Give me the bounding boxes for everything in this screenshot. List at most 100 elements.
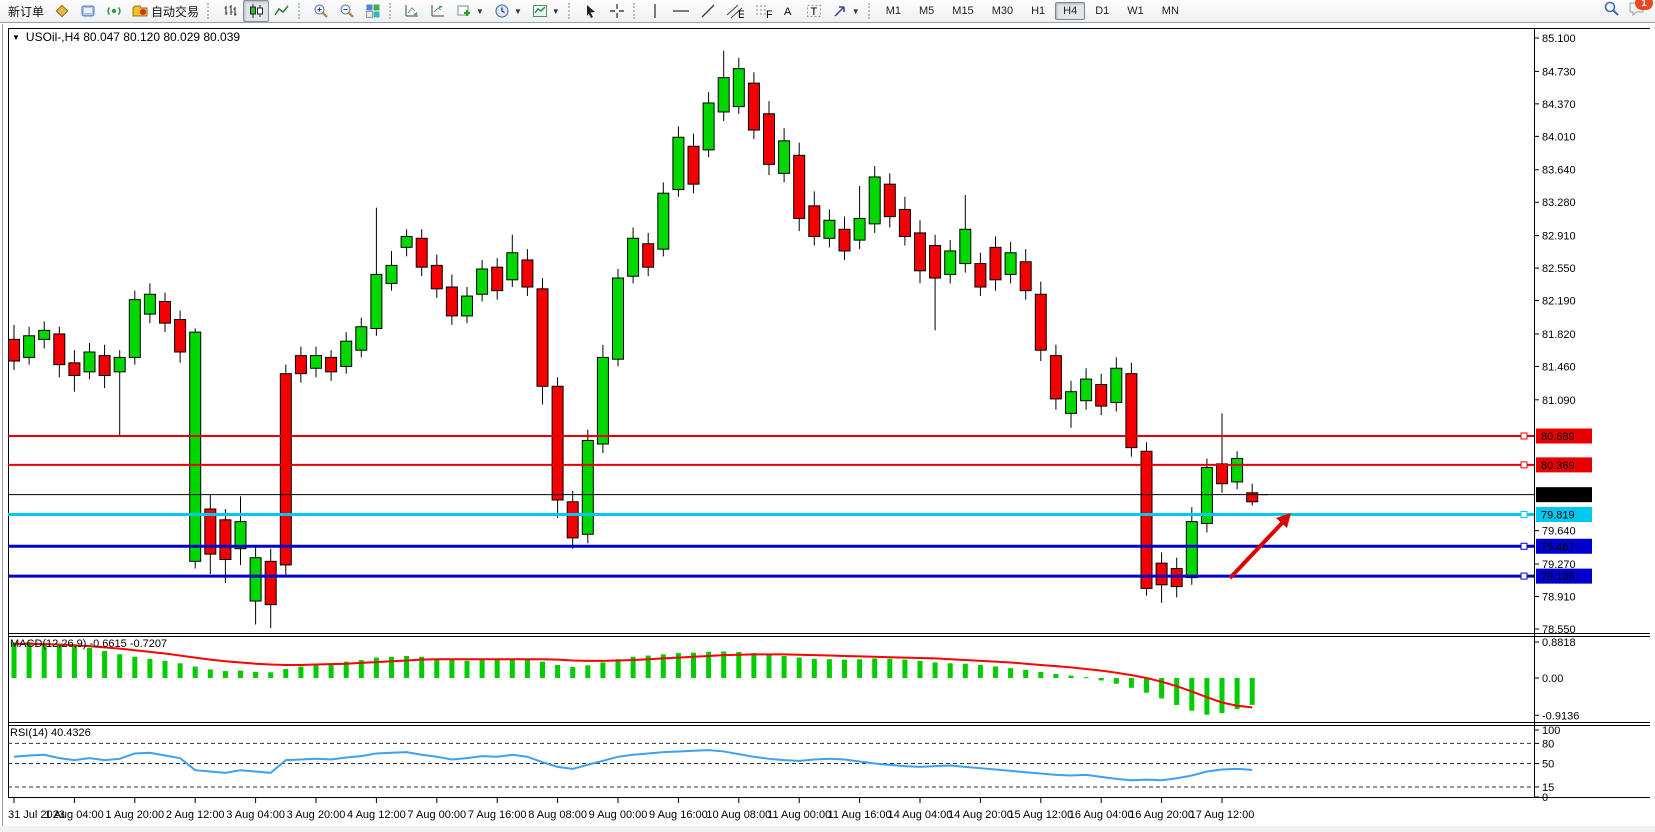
time-axis-label: 7 Aug 16:00 <box>468 809 527 821</box>
chevron-down-icon: ▼ <box>552 7 560 16</box>
macd-histogram-bar <box>404 656 409 678</box>
diamond-icon <box>54 3 70 19</box>
macd-histogram-bar <box>102 651 107 678</box>
chat-button[interactable]: 1 <box>1628 0 1646 22</box>
line-chart-button[interactable] <box>269 0 295 22</box>
vertical-line-icon <box>648 3 662 19</box>
hline-handle[interactable] <box>1521 543 1527 549</box>
zoom-out-icon <box>339 3 355 19</box>
candle-body <box>643 244 654 267</box>
cursor-icon <box>583 3 599 19</box>
cursor-button[interactable] <box>578 0 604 22</box>
terminal-button[interactable] <box>75 0 101 22</box>
price-tag-label: 79.136 <box>1541 571 1575 583</box>
candlestick-chart-button[interactable] <box>243 0 269 22</box>
candle-body <box>507 253 518 280</box>
macd-histogram-bar <box>253 672 258 678</box>
candle-body <box>733 69 744 107</box>
chevron-down-icon: ▼ <box>852 7 860 16</box>
indicators-button[interactable]: ▼ <box>527 0 565 22</box>
candle-body <box>99 356 110 376</box>
timeframe-m1[interactable]: M1 <box>878 2 909 20</box>
tile-windows-button[interactable] <box>360 0 386 22</box>
toolbar-grip <box>207 3 212 19</box>
time-axis-label: 8 Aug 08:00 <box>528 809 587 821</box>
macd-histogram-bar <box>223 671 228 678</box>
candle-body <box>930 246 941 278</box>
macd-histogram-bar <box>902 660 907 678</box>
candle-body <box>9 339 20 361</box>
fibonacci-button[interactable]: F <box>749 0 777 22</box>
candle-body <box>915 233 926 271</box>
timeframe-w1[interactable]: W1 <box>1119 2 1152 20</box>
macd-axis-label: 0.8818 <box>1542 637 1576 649</box>
trendline-button[interactable] <box>695 0 721 22</box>
zoom-in-button[interactable] <box>308 0 334 22</box>
price-axis-label: 78.550 <box>1542 624 1576 636</box>
timeframe-m30[interactable]: M30 <box>984 2 1021 20</box>
time-axis-label: 14 Aug 04:00 <box>888 809 953 821</box>
candle-body <box>1232 458 1243 481</box>
timeframe-h4[interactable]: H4 <box>1055 2 1085 20</box>
indicators-icon <box>532 3 548 19</box>
price-tag-label: 80.689 <box>1541 431 1575 443</box>
time-axis-label: 17 Aug 12:00 <box>1190 809 1255 821</box>
search-button[interactable] <box>1603 0 1620 22</box>
candle-body <box>688 146 699 184</box>
time-axis-label: 4 Aug 12:00 <box>347 809 406 821</box>
new-order-label: 新订单 <box>8 3 44 20</box>
horizontal-line-button[interactable] <box>667 0 695 22</box>
label-button[interactable]: T <box>801 0 827 22</box>
macd-histogram-bar <box>797 658 802 678</box>
time-axis-label: 1 Aug 20:00 <box>105 809 164 821</box>
chart-shift-button[interactable] <box>399 0 425 22</box>
arrows-button[interactable]: ▼ <box>827 0 865 22</box>
candle-body <box>809 206 820 237</box>
candle-body <box>326 357 337 371</box>
bars-icon <box>222 3 238 19</box>
timeframe-m5[interactable]: M5 <box>911 2 942 20</box>
candle-body <box>1035 294 1046 350</box>
candle-body <box>280 374 291 565</box>
bar-chart-button[interactable] <box>217 0 243 22</box>
chart-canvas[interactable]: 85.10084.73084.37084.01083.64083.28082.9… <box>0 0 1655 832</box>
macd-histogram-bar <box>827 659 832 678</box>
candle-body <box>416 238 427 267</box>
timeframe-m15[interactable]: M15 <box>944 2 981 20</box>
gold-diamond-button[interactable] <box>49 0 75 22</box>
main-toolbar: 新订单 自动交易 ▼ ▼ <box>0 0 1655 23</box>
hline-handle[interactable] <box>1521 433 1527 439</box>
macd-histogram-bar <box>585 665 590 678</box>
period-selector-button[interactable]: ▼ <box>489 0 527 22</box>
text-button[interactable]: A <box>777 0 801 22</box>
timeframe-d1[interactable]: D1 <box>1087 2 1117 20</box>
hline-handle[interactable] <box>1521 573 1527 579</box>
vertical-line-button[interactable] <box>643 0 667 22</box>
text-label-icon: T <box>806 3 822 19</box>
candle-body <box>311 356 322 369</box>
hline-handle[interactable] <box>1521 462 1527 468</box>
new-order-button[interactable]: 新订单 <box>3 0 49 22</box>
toolbar-grip <box>298 3 303 19</box>
price-tag-label: 80.039 <box>1541 490 1575 502</box>
timeframe-h1[interactable]: H1 <box>1023 2 1053 20</box>
signals-button[interactable] <box>101 0 127 22</box>
macd-histogram-bar <box>1069 676 1074 678</box>
price-axis-label: 84.010 <box>1542 131 1576 143</box>
horizontal-line-icon <box>672 3 690 19</box>
timeframe-mn[interactable]: MN <box>1154 2 1187 20</box>
notification-badge: 1 <box>1635 0 1653 10</box>
candle-body <box>537 289 548 386</box>
hline-handle[interactable] <box>1521 512 1527 518</box>
candle-body <box>371 274 382 328</box>
crosshair-button[interactable] <box>604 0 630 22</box>
candle-body <box>1005 253 1016 275</box>
autotrading-button[interactable]: 自动交易 <box>127 0 204 22</box>
zoom-out-button[interactable] <box>334 0 360 22</box>
equidistant-channel-button[interactable]: E <box>721 0 749 22</box>
candle-body <box>854 218 865 240</box>
macd-histogram-bar <box>495 659 500 678</box>
text-a-icon: A <box>782 3 796 19</box>
new-chart-button[interactable]: ▼ <box>451 0 489 22</box>
chart-autoscroll-button[interactable] <box>425 0 451 22</box>
